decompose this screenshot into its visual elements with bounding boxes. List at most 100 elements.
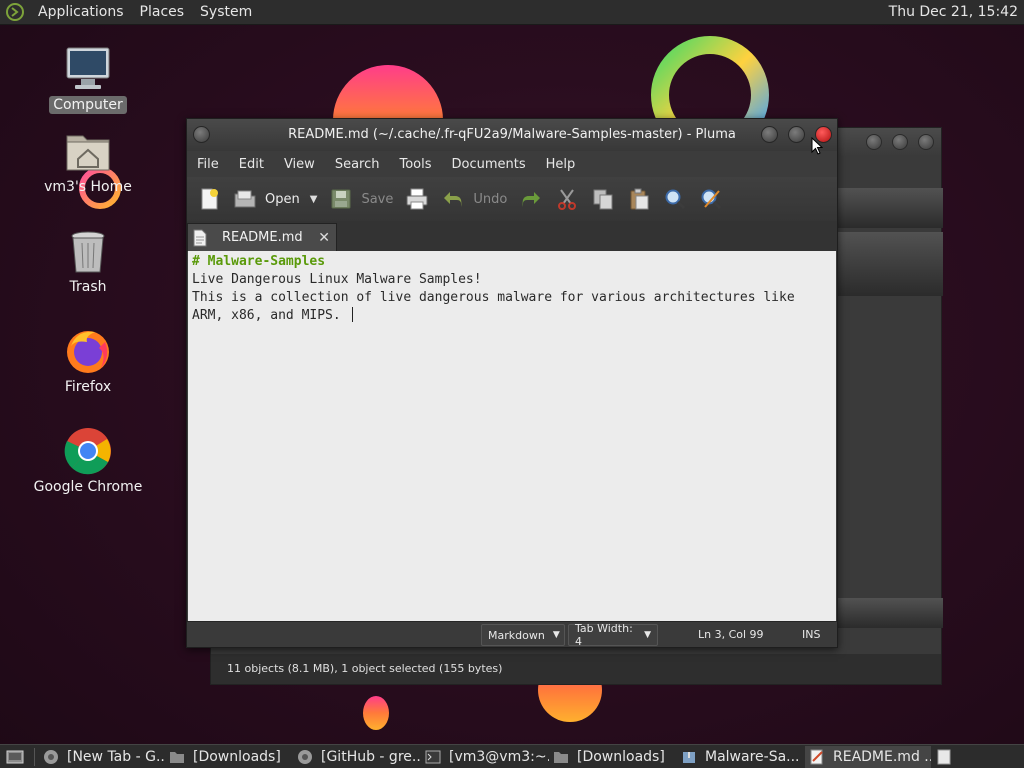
taskbar-item-archive[interactable]: Malware-Sa...	[677, 746, 805, 768]
print-button[interactable]	[405, 187, 429, 211]
trash-icon	[71, 231, 105, 273]
taskbar-item-label: [GitHub - gre...	[321, 748, 421, 765]
taskbar-separator	[34, 747, 35, 766]
find-button[interactable]	[663, 187, 687, 211]
text-editor-icon	[810, 749, 823, 764]
open-recent-dropdown-icon[interactable]: ▼	[310, 194, 318, 205]
desktop-icon-computer[interactable]: Computer	[28, 44, 148, 114]
folder-icon	[554, 751, 568, 763]
taskbar-item-terminal[interactable]: [vm3@vm3:~...	[421, 746, 549, 768]
window-title: README.md (~/.cache/.fr-qFU2a9/Malware-S…	[288, 127, 736, 142]
search-icon	[665, 189, 686, 210]
new-button[interactable]	[197, 187, 221, 211]
taskbar-item-label: [New Tab - G...	[67, 748, 165, 765]
taskbar-item-label: [Downloads]	[577, 748, 665, 765]
chrome-icon	[44, 749, 58, 764]
clock[interactable]: Thu Dec 21, 15:42	[889, 4, 1024, 20]
computer-icon	[66, 47, 110, 89]
language-selector[interactable]: Markdown ▼	[481, 624, 565, 646]
document-tabbar: README.md ✕	[187, 221, 837, 251]
taskbar-item-readme[interactable]: README.md ...	[805, 745, 931, 768]
taskbar: [New Tab - G... [Downloads] [GitHub - gr…	[0, 744, 1024, 768]
pluma-titlebar[interactable]: README.md (~/.cache/.fr-qFU2a9/Malware-S…	[187, 119, 837, 151]
desktop-icon-trash[interactable]: Trash	[28, 226, 148, 296]
workspace-switcher[interactable]	[931, 746, 957, 768]
taskbar-item-downloads[interactable]: [Downloads]	[165, 746, 293, 768]
applications-menu[interactable]: Applications	[30, 4, 132, 20]
maximize-button[interactable]	[788, 126, 805, 143]
pluma-window[interactable]: README.md (~/.cache/.fr-qFU2a9/Malware-S…	[186, 118, 838, 648]
menu-tools[interactable]: Tools	[389, 157, 441, 172]
toolbar: Open ▼ Save Undo	[187, 177, 837, 221]
close-tab-icon[interactable]: ✕	[318, 230, 330, 246]
tab-width-selector[interactable]: Tab Width: 4 ▼	[568, 622, 658, 648]
minimize-button[interactable]	[761, 126, 778, 143]
mouse-pointer-icon	[811, 137, 823, 155]
maximize-button[interactable]	[892, 134, 908, 150]
file-manager-toolbar	[837, 188, 943, 228]
copy-button[interactable]	[591, 187, 615, 211]
menu-file[interactable]: File	[187, 157, 229, 172]
taskbar-item-downloads-2[interactable]: [Downloads]	[549, 746, 677, 768]
file-manager-statusbar: 11 objects (8.1 MB), 1 object selected (…	[211, 654, 941, 684]
menu-documents[interactable]: Documents	[442, 157, 536, 172]
menu-edit[interactable]: Edit	[229, 157, 274, 172]
text-editor-area[interactable]: # Malware-Samples Live Dangerous Linux M…	[188, 251, 836, 623]
desktop-icon-label: Google Chrome	[33, 479, 143, 495]
taskbar-item-github[interactable]: [GitHub - gre...	[293, 746, 421, 768]
editor-line: ARM, x86, and MIPS.	[192, 308, 349, 323]
undo-button[interactable]: Undo	[441, 187, 507, 211]
cut-button[interactable]	[555, 187, 579, 211]
show-desktop-icon	[6, 750, 24, 763]
workspace-icon	[937, 749, 951, 764]
text-file-icon	[193, 229, 207, 246]
desktop-icon-label: Firefox	[64, 379, 112, 395]
editor-line: This is a collection of live dangerous m…	[192, 290, 795, 305]
cursor-position: Ln 3, Col 99	[698, 628, 764, 641]
undo-label: Undo	[473, 191, 508, 207]
desktop-icon-home[interactable]: vm3's Home	[28, 126, 148, 196]
open-label: Open	[265, 191, 300, 207]
folder-icon	[170, 751, 184, 763]
system-menu[interactable]: System	[192, 4, 260, 20]
undo-icon	[444, 192, 462, 207]
insert-mode: INS	[802, 628, 821, 641]
close-button[interactable]	[918, 134, 934, 150]
chevron-down-icon: ▼	[552, 630, 560, 640]
menubar: File Edit View Search Tools Documents He…	[187, 151, 837, 177]
print-icon	[406, 188, 428, 210]
desktop-icon-firefox[interactable]: Firefox	[28, 326, 148, 396]
mate-logo-icon[interactable]	[6, 3, 24, 21]
minimize-button[interactable]	[866, 134, 882, 150]
tab-width-label: Tab Width: 4	[575, 622, 633, 648]
desktop-icon-label: vm3's Home	[44, 179, 132, 195]
save-label: Save	[361, 191, 394, 207]
taskbar-item-label: README.md ...	[833, 748, 931, 765]
places-menu[interactable]: Places	[132, 4, 193, 20]
taskbar-item-new-tab[interactable]: [New Tab - G...	[39, 746, 165, 768]
menu-help[interactable]: Help	[536, 157, 586, 172]
desktop-icon-label: Computer	[49, 96, 127, 114]
editor-statusbar: Markdown ▼ Tab Width: 4 ▼ Ln 3, Col 99 I…	[187, 621, 837, 648]
replace-button[interactable]	[699, 187, 723, 211]
paste-button[interactable]	[627, 187, 651, 211]
copy-icon	[593, 189, 613, 210]
tab-readme[interactable]: README.md ✕	[187, 223, 337, 251]
window-menu-button[interactable]	[193, 126, 210, 143]
show-desktop-button[interactable]	[0, 746, 30, 768]
home-folder-icon	[66, 135, 110, 171]
menu-view[interactable]: View	[274, 157, 325, 172]
editor-line: # Malware-Samples	[192, 254, 326, 269]
language-label: Markdown	[488, 628, 545, 642]
redo-button[interactable]	[519, 187, 543, 211]
menu-search[interactable]: Search	[325, 157, 390, 172]
firefox-icon	[67, 331, 109, 373]
archive-icon	[683, 751, 695, 763]
save-button[interactable]: Save	[329, 187, 393, 211]
file-manager-pathbar	[837, 232, 943, 296]
new-document-icon	[201, 188, 218, 210]
desktop-icon-chrome[interactable]: Google Chrome	[28, 426, 148, 496]
tab-label: README.md	[222, 230, 303, 245]
open-button[interactable]: Open ▼	[233, 187, 317, 211]
chevron-down-icon: ▼	[644, 630, 651, 640]
